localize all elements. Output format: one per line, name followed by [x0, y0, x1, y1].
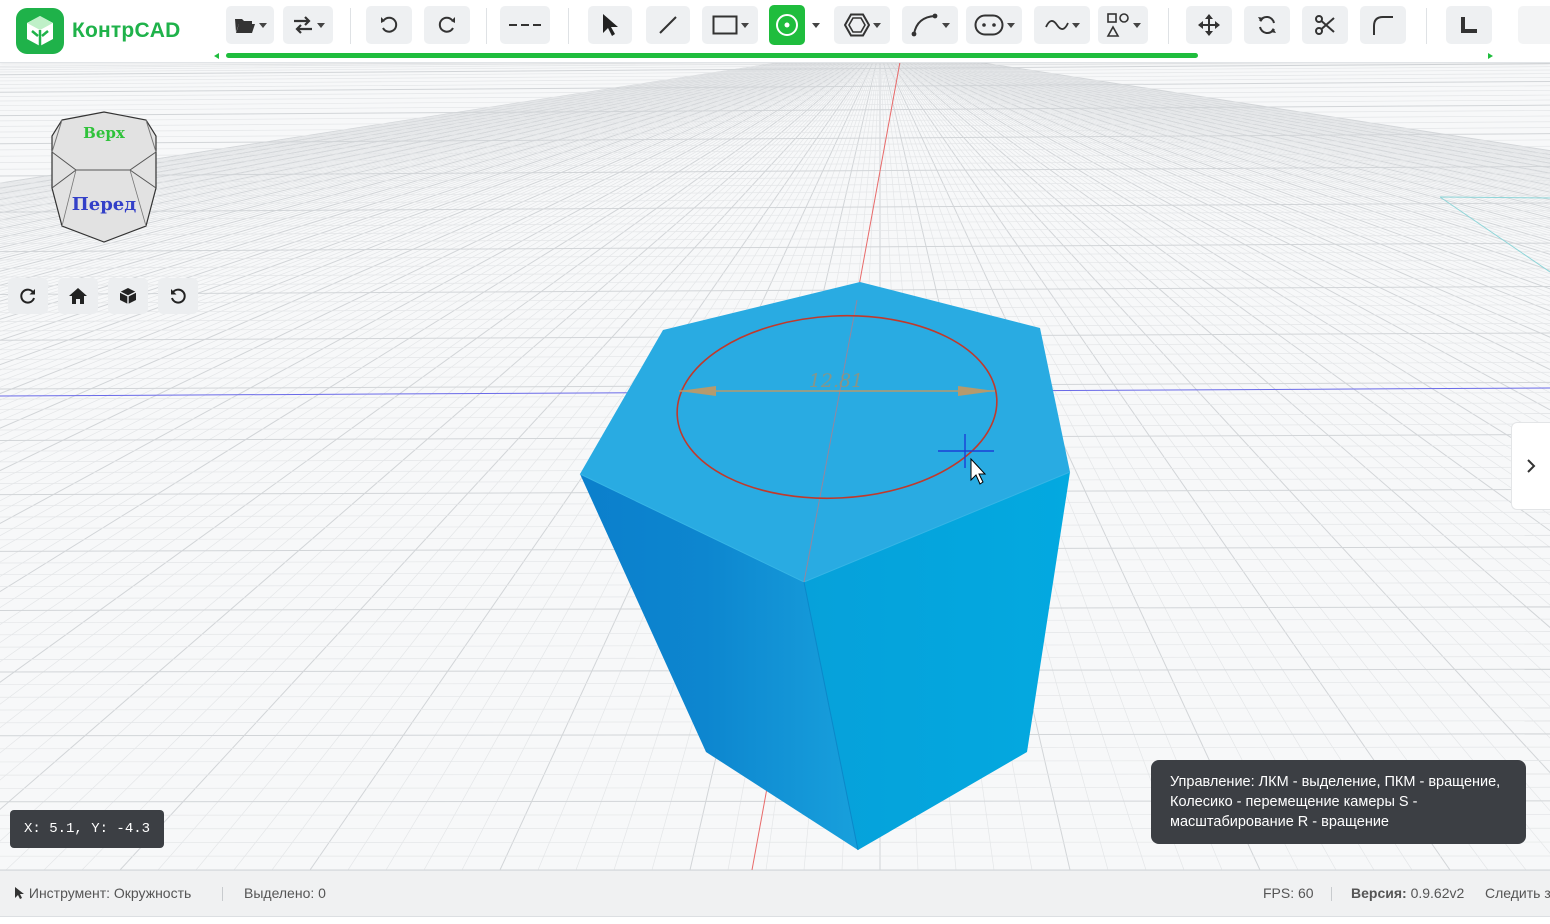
- chevron-down-icon: [1007, 23, 1015, 28]
- circle-tool-menu[interactable]: [806, 6, 826, 44]
- chevron-down-icon: [812, 23, 820, 28]
- toolbar-scroll-track[interactable]: [214, 52, 1494, 58]
- chevron-down-icon: [942, 23, 950, 28]
- move-arrows-icon: [1198, 14, 1220, 36]
- refresh-view-button[interactable]: [8, 278, 48, 314]
- primitives-tool-button[interactable]: [1098, 6, 1148, 44]
- grid-line: [0, 227, 1550, 236]
- 3d-viewport[interactable]: 12.81 Верх Перед: [0, 62, 1550, 870]
- 3d-scene[interactable]: 12.81: [0, 62, 1550, 870]
- follow-toggle[interactable]: Следить з: [1485, 885, 1550, 901]
- toolbar-separator: [486, 8, 487, 44]
- chevron-down-icon: [259, 23, 267, 28]
- scroll-right-arrow-icon[interactable]: [1488, 53, 1493, 59]
- folder-open-icon: [234, 16, 256, 34]
- status-version: Версия: 0.9.62v2: [1351, 885, 1464, 901]
- swap-arrows-icon: [292, 16, 314, 34]
- cube-icon: [119, 287, 137, 305]
- hexagonal-prism[interactable]: [580, 282, 1070, 850]
- camera-controls: [8, 278, 198, 314]
- status-divider: [1331, 887, 1332, 901]
- status-tool: Инструмент: Окружность: [14, 885, 191, 901]
- fillet-tool-button[interactable]: [1360, 6, 1406, 44]
- redo-button[interactable]: [424, 6, 470, 44]
- grid-line: [0, 296, 1550, 304]
- arc-tool-button[interactable]: [902, 6, 958, 44]
- chevron-down-icon: [317, 23, 325, 28]
- line-icon: [657, 14, 679, 36]
- dimension-value: 12.81: [809, 370, 863, 392]
- fillet-icon: [1371, 14, 1395, 36]
- measure-tool-button[interactable]: [1446, 6, 1492, 44]
- side-panel-toggle[interactable]: [1511, 422, 1550, 510]
- scroll-left-arrow-icon[interactable]: [214, 53, 219, 59]
- rectangle-tool-button[interactable]: [702, 6, 758, 44]
- view-cube-top-label[interactable]: Верх: [46, 124, 162, 142]
- circle-center-icon: [774, 12, 800, 38]
- line-style-button[interactable]: [500, 6, 550, 44]
- chevron-down-icon: [873, 23, 881, 28]
- version-value: 0.9.62v2: [1411, 885, 1465, 901]
- main-toolbar: КонтрCAD: [0, 0, 1550, 63]
- toolbar-scroll-thumb[interactable]: [226, 53, 1198, 58]
- toolbar-separator: [1426, 8, 1427, 44]
- redo-icon: [437, 15, 457, 35]
- grid-line: [0, 252, 1550, 260]
- undo-icon: [379, 15, 399, 35]
- toolbar-separator: [350, 8, 351, 44]
- iso-view-button[interactable]: [108, 278, 148, 314]
- rotate-tool-button[interactable]: [1244, 6, 1290, 44]
- grid-line: [0, 286, 1550, 294]
- undo-button[interactable]: [366, 6, 412, 44]
- trim-tool-button[interactable]: [1302, 6, 1348, 44]
- status-divider: [222, 887, 223, 901]
- toolbar-separator: [568, 8, 569, 44]
- import-export-button[interactable]: [283, 6, 333, 44]
- rotate-icon: [1256, 14, 1278, 36]
- home-view-button[interactable]: [58, 278, 98, 314]
- home-icon: [68, 287, 88, 305]
- cursor-coordinates: X: 5.1, Y: -4.3: [10, 810, 164, 848]
- version-label: Версия:: [1351, 885, 1407, 901]
- grid-line: [0, 100, 1550, 111]
- shapes-icon: [1106, 12, 1130, 38]
- cursor-arrow-icon: [14, 886, 25, 900]
- chevron-right-icon: [1526, 458, 1536, 474]
- chevron-down-icon: [1072, 23, 1080, 28]
- view-cube-front-label[interactable]: Перед: [46, 194, 162, 215]
- scissors-icon: [1314, 14, 1336, 36]
- slot-tool-button[interactable]: [966, 6, 1022, 44]
- reset-icon: [169, 287, 187, 305]
- slot-icon: [974, 14, 1004, 36]
- view-cube[interactable]: Верх Перед: [46, 108, 162, 244]
- status-selected: Выделено: 0: [244, 885, 326, 901]
- status-tool-label: Инструмент: Окружность: [29, 885, 191, 901]
- refresh-icon: [19, 287, 37, 305]
- hexagon-icon: [844, 13, 870, 37]
- polygon-tool-button[interactable]: [834, 6, 890, 44]
- app-name: КонтрCAD: [72, 19, 181, 43]
- select-tool-button[interactable]: [588, 6, 632, 44]
- spline-wave-icon: [1045, 18, 1069, 32]
- open-file-button[interactable]: [226, 6, 274, 44]
- logo-cube-icon: [14, 6, 66, 56]
- ruler-corner-icon: [1459, 15, 1479, 35]
- chevron-down-icon: [741, 23, 749, 28]
- controls-help-tooltip: Управление: ЛКМ - выделение, ПКМ - враще…: [1151, 760, 1526, 844]
- chevron-down-icon: [1133, 23, 1141, 28]
- toolbar-separator: [1168, 8, 1169, 44]
- reset-view-button[interactable]: [158, 278, 198, 314]
- line-tool-button[interactable]: [646, 6, 690, 44]
- status-fps: FPS: 60: [1263, 885, 1314, 901]
- spline-tool-button[interactable]: [1034, 6, 1090, 44]
- move-tool-button[interactable]: [1186, 6, 1232, 44]
- more-tools-button[interactable]: [1518, 6, 1550, 44]
- app-logo: КонтрCAD: [14, 6, 181, 56]
- dashed-line-icon: [509, 23, 541, 27]
- status-bar: Инструмент: Окружность Выделено: 0 FPS: …: [0, 870, 1550, 917]
- circle-tool-button[interactable]: [769, 5, 805, 45]
- cursor-arrow-icon: [601, 13, 619, 37]
- rectangle-icon: [712, 15, 738, 35]
- arc-icon: [911, 13, 939, 37]
